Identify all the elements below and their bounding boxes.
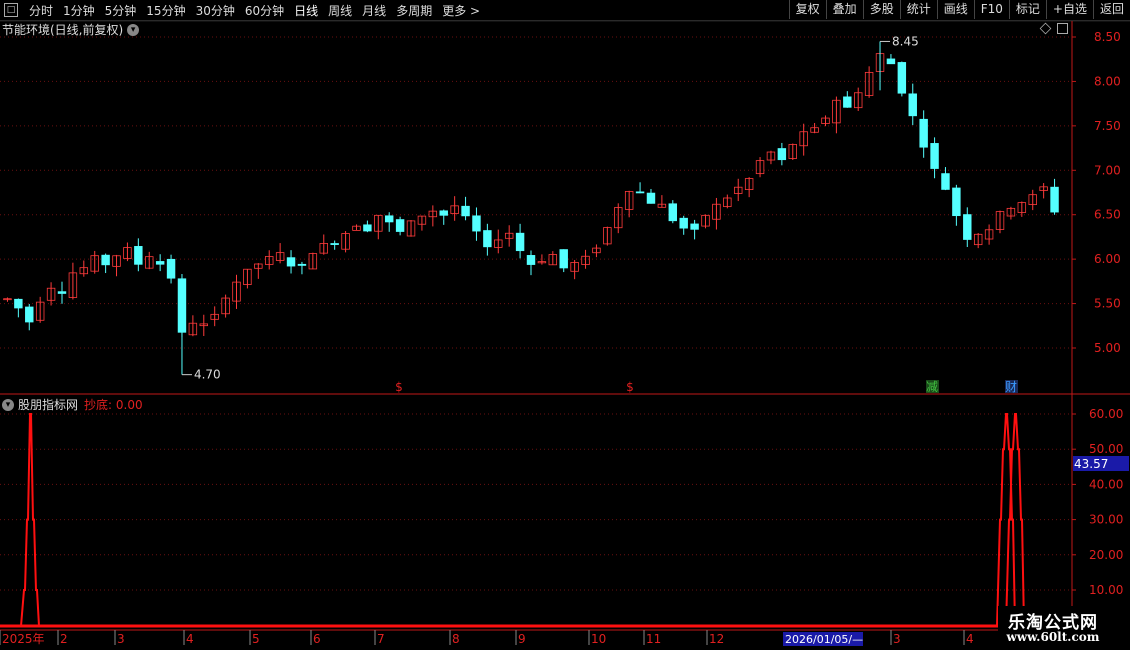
sub-y-tick-label: 10.00 <box>1089 583 1123 597</box>
candle-body <box>101 254 110 266</box>
candle-body <box>461 205 470 217</box>
x-axis-label: 7 <box>377 632 385 646</box>
candle-body <box>330 243 339 245</box>
main-y-tick-label: 6.50 <box>1094 208 1121 222</box>
x-axis-label: 6 <box>313 632 321 646</box>
sub-y-tick-label: 50.00 <box>1089 442 1123 456</box>
candle-body <box>1050 186 1059 213</box>
candle-body <box>843 96 852 108</box>
x-axis-label: 5 <box>252 632 260 646</box>
candle-body <box>908 93 917 117</box>
main-y-tick-label: 6.00 <box>1094 252 1121 266</box>
candle-body <box>690 223 699 230</box>
x-axis-label: 2025年 <box>2 632 45 646</box>
candle-body <box>515 232 525 252</box>
x-axis-label: 3 <box>893 632 901 646</box>
candle-body <box>941 173 950 190</box>
sub-y-tick-label: 60.00 <box>1089 407 1123 421</box>
candle-body <box>472 215 481 232</box>
candle-body <box>286 257 296 267</box>
x-axis-label: 10 <box>591 632 606 646</box>
main-y-tick-label: 5.50 <box>1094 297 1121 311</box>
low-label: 4.70 <box>194 368 221 382</box>
x-axis-label: 11 <box>646 632 661 646</box>
candle-body <box>155 261 165 265</box>
candle-body <box>25 306 34 323</box>
candle-body <box>952 187 961 217</box>
main-y-tick-label: 8.50 <box>1094 30 1121 44</box>
candle-body <box>646 192 656 204</box>
x-axis-label: 9 <box>518 632 526 646</box>
x-axis-label: 3 <box>117 632 125 646</box>
candle-body <box>897 62 907 94</box>
watermark-logo: 乐淘公式网 www.60lt.com <box>998 606 1130 650</box>
candle-body <box>668 203 678 222</box>
x-axis-label: 4 <box>966 632 974 646</box>
candle-body <box>166 258 176 279</box>
main-y-tick-label: 5.00 <box>1094 341 1121 355</box>
event-marker: 财 <box>1005 380 1017 394</box>
event-marker: $ <box>626 380 634 394</box>
x-axis-label: 2 <box>60 632 68 646</box>
main-y-tick-label: 7.50 <box>1094 119 1121 133</box>
logo-line2: www.60lt.com <box>1006 630 1100 644</box>
event-marker: 减 <box>926 380 938 394</box>
sub-y-tick-label: 40.00 <box>1089 477 1123 491</box>
high-label: 8.45 <box>892 34 919 48</box>
candle-body <box>886 58 896 65</box>
cursor-date: 2026/01/05/— <box>785 633 863 646</box>
x-axis-label: 12 <box>709 632 724 646</box>
candle-body <box>919 118 928 148</box>
candle-body <box>384 215 394 223</box>
candle-body <box>297 263 307 266</box>
candle-body <box>439 210 448 216</box>
candle-body <box>559 249 568 269</box>
candle-body <box>57 291 67 294</box>
main-y-tick-label: 8.00 <box>1094 74 1121 88</box>
main-y-tick-label: 7.00 <box>1094 163 1121 177</box>
candle-body <box>526 255 536 265</box>
candle-body <box>134 246 143 265</box>
candle-body <box>363 224 372 232</box>
candle-body <box>679 217 688 229</box>
sub-y-tick-label: 20.00 <box>1089 548 1123 562</box>
candle-body <box>777 148 787 161</box>
cursor-value: 43.57 <box>1074 457 1108 471</box>
x-axis-label: 8 <box>452 632 460 646</box>
candle-body <box>395 219 405 232</box>
stock-chart[interactable]: 8.50 8.00 7.50 7.00 6.50 6.00 5.50 5.00 60.00 50.… <box>0 0 1130 650</box>
candle-body <box>930 143 939 169</box>
candle-body <box>14 298 23 309</box>
sub-y-tick-label: 30.00 <box>1089 513 1123 527</box>
candle-body <box>963 214 972 240</box>
x-axis-label: 4 <box>186 632 194 646</box>
event-marker: $ <box>395 380 403 394</box>
candle-body <box>483 230 492 248</box>
candle-body <box>635 191 645 194</box>
